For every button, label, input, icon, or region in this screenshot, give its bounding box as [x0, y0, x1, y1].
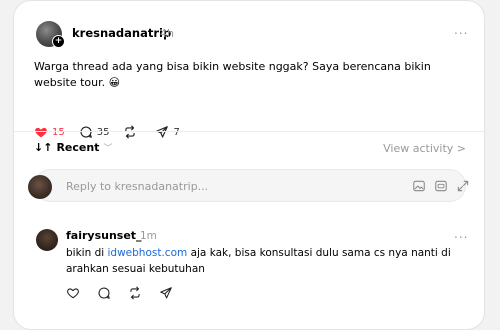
comment-actions	[66, 286, 190, 300]
comment-username[interactable]: fairysunset_	[66, 229, 142, 242]
share-button[interactable]: 7	[155, 125, 180, 139]
like-button[interactable]: 15	[34, 125, 65, 139]
current-user-avatar	[28, 175, 52, 199]
heart-icon[interactable]	[66, 286, 80, 300]
post-text: Warga thread ada yang bisa bikin website…	[34, 60, 431, 89]
comment-text: bikin di idwebhost.com aja kak, bisa kon…	[66, 245, 476, 277]
speech-bubble-icon	[80, 126, 92, 138]
thread-card: + kresnadanatrip 4h ... Warga thread ada…	[13, 0, 485, 330]
reply-button[interactable]: 35	[79, 125, 110, 139]
repost-button[interactable]	[123, 125, 141, 139]
sort-dropdown[interactable]: ↓↑ Recent ﹀	[34, 141, 112, 154]
reply-tools	[404, 179, 470, 193]
like-count: 15	[52, 126, 65, 138]
post-more-button[interactable]: ...	[454, 23, 468, 37]
repost-icon	[125, 125, 136, 139]
comment-text-before: bikin di	[66, 247, 108, 259]
view-activity-link[interactable]: View activity >	[383, 142, 466, 155]
send-icon	[156, 126, 169, 138]
repost-icon[interactable]	[128, 286, 142, 300]
post-username[interactable]: kresnadanatrip	[72, 26, 171, 40]
comment-link[interactable]: idwebhost.com	[108, 247, 188, 259]
sort-arrows-icon: ↓↑	[34, 141, 53, 154]
reply-placeholder[interactable]: Reply to kresnadanatrip...	[66, 180, 208, 193]
chevron-down-icon: ﹀	[103, 144, 113, 154]
heart-filled-icon	[35, 127, 47, 138]
comment-more-button[interactable]: ...	[454, 227, 468, 241]
comment-avatar[interactable]	[36, 229, 58, 251]
send-icon[interactable]	[159, 286, 173, 300]
image-icon[interactable]	[412, 179, 426, 193]
follow-plus-icon[interactable]: +	[52, 35, 65, 48]
post-time: 4h	[160, 27, 174, 40]
comment-time: 1m	[140, 230, 157, 242]
reply-count: 35	[96, 126, 110, 138]
share-count: 7	[173, 126, 180, 138]
gif-icon[interactable]	[434, 179, 448, 193]
expand-icon[interactable]	[456, 179, 470, 193]
post-actions: 15 35 7	[34, 125, 194, 139]
divider	[14, 131, 484, 132]
sort-label: Recent	[56, 141, 100, 154]
speech-bubble-icon[interactable]	[97, 286, 111, 300]
